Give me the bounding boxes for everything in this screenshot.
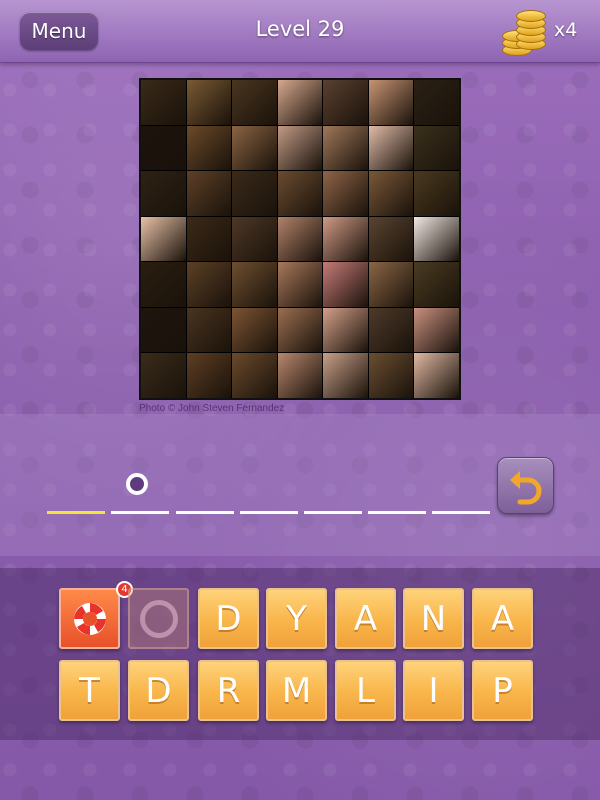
answer-slot[interactable] [432, 511, 490, 514]
puzzle-tile [323, 307, 368, 353]
lifebuoy-icon [73, 602, 106, 635]
puzzle-tile [414, 171, 459, 216]
coin-stack-icon [500, 8, 550, 56]
puzzle-tile [323, 216, 368, 262]
puzzle-tile [277, 262, 323, 307]
letter-tile[interactable]: L [335, 660, 396, 721]
letter-tile[interactable]: Y [266, 588, 327, 649]
letter-tile[interactable]: P [472, 660, 533, 721]
answer-slot[interactable] [176, 511, 234, 514]
puzzle-tile [277, 307, 323, 353]
used-letter-ring [139, 599, 178, 638]
photo-credit: Photo © John Steven Fernandez [139, 403, 285, 414]
puzzle-tile [323, 171, 368, 216]
puzzle-tile [277, 125, 323, 171]
puzzle-tile [414, 307, 459, 353]
answer-slot[interactable] [240, 511, 298, 514]
photo-puzzle-grid [139, 78, 461, 400]
puzzle-tile [368, 80, 414, 125]
answer-slot[interactable] [368, 511, 426, 514]
puzzle-tile [186, 307, 232, 353]
puzzle-tile [141, 125, 186, 171]
puzzle-tile [186, 262, 232, 307]
puzzle-tile [277, 80, 323, 125]
puzzle-tile [141, 80, 186, 125]
letter-tile[interactable]: A [335, 588, 396, 649]
puzzle-tile [414, 216, 459, 262]
puzzle-tile [414, 262, 459, 307]
puzzle-tile [141, 262, 186, 307]
puzzle-tile [186, 353, 232, 398]
puzzle-tile [186, 80, 232, 125]
letter-tile[interactable]: M [266, 660, 327, 721]
puzzle-tile [141, 216, 186, 262]
puzzle-tile [368, 125, 414, 171]
letter-tile[interactable]: N [403, 588, 464, 649]
puzzle-tile [232, 80, 277, 125]
puzzle-tile [141, 307, 186, 353]
puzzle-tile [368, 216, 414, 262]
puzzle-tile [277, 171, 323, 216]
puzzle-tile [186, 216, 232, 262]
puzzle-tile [232, 171, 277, 216]
puzzle-tile [141, 171, 186, 216]
top-bar: Menu Level 29 x4 [0, 0, 600, 63]
answer-typed-letter[interactable] [126, 473, 148, 495]
letter-tile[interactable]: I [403, 660, 464, 721]
letter-tile[interactable]: T [59, 660, 120, 721]
puzzle-tile [277, 353, 323, 398]
puzzle-tile [232, 353, 277, 398]
puzzle-tile [277, 216, 323, 262]
letter-tile[interactable] [128, 588, 189, 649]
puzzle-tile [368, 262, 414, 307]
puzzle-tile [323, 125, 368, 171]
answer-slot[interactable] [111, 511, 169, 514]
undo-button[interactable] [497, 457, 554, 514]
puzzle-tile [232, 262, 277, 307]
puzzle-tile [323, 353, 368, 398]
letter-tile[interactable]: D [128, 660, 189, 721]
puzzle-tile [232, 307, 277, 353]
answer-slot[interactable] [304, 511, 362, 514]
puzzle-tile [186, 171, 232, 216]
puzzle-tile [368, 353, 414, 398]
puzzle-tile [414, 125, 459, 171]
puzzle-tile [323, 262, 368, 307]
answer-slot[interactable] [47, 511, 105, 514]
puzzle-tile [368, 171, 414, 216]
undo-arrow-icon [510, 471, 542, 505]
letter-tile[interactable]: R [198, 660, 259, 721]
puzzle-tile [186, 125, 232, 171]
coin-count: x4 [554, 19, 578, 41]
letter-tile[interactable]: A [472, 588, 533, 649]
letter-tile[interactable]: D [198, 588, 259, 649]
puzzle-tile [414, 80, 459, 125]
puzzle-tile [323, 80, 368, 125]
puzzle-tile [141, 353, 186, 398]
puzzle-tile [368, 307, 414, 353]
puzzle-tile [232, 125, 277, 171]
help-button[interactable] [59, 588, 120, 649]
puzzle-tile [232, 216, 277, 262]
puzzle-tile [414, 353, 459, 398]
